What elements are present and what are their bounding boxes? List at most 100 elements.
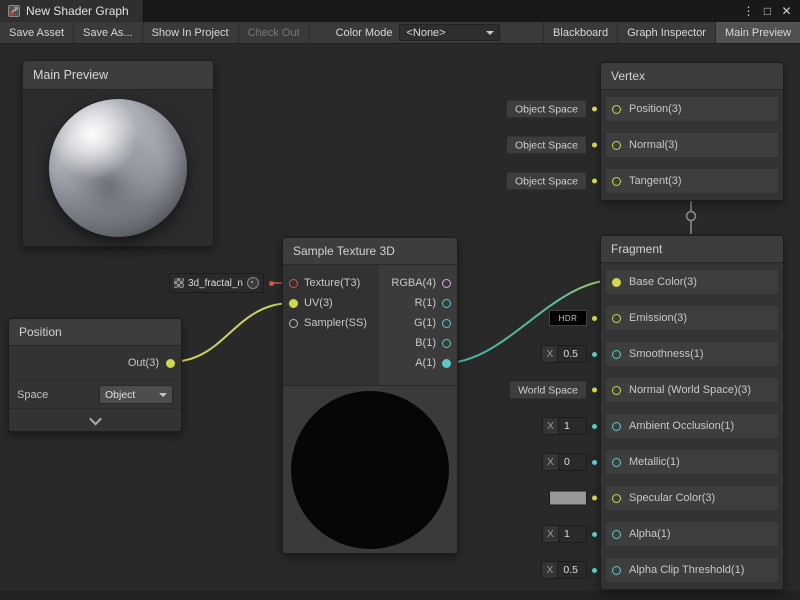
- caret-down-icon: [159, 393, 167, 397]
- node-title[interactable]: Position: [9, 319, 181, 346]
- port-label: RGBA(4): [391, 277, 436, 289]
- float-value: 1: [559, 420, 586, 432]
- vertex-row-position: Object Space Position(3): [606, 97, 778, 121]
- port-dot: [592, 352, 597, 357]
- toolbar-right-group: Blackboard Graph Inspector Main Preview: [543, 22, 800, 43]
- axis-label: X: [543, 418, 559, 434]
- port-label: R(1): [415, 297, 436, 309]
- normal-world-space-port[interactable]: [612, 386, 621, 395]
- out-port[interactable]: [166, 359, 175, 368]
- g-output-port[interactable]: [442, 319, 451, 328]
- space-value: Object: [105, 389, 135, 401]
- titlebar: New Shader Graph ⋮ □ ✕: [0, 0, 800, 22]
- space-row: Space Object: [9, 380, 181, 408]
- alpha-clip-threshold-port[interactable]: [612, 566, 621, 575]
- graph-inspector-toggle[interactable]: Graph Inspector: [617, 22, 715, 43]
- port-dot: [269, 281, 274, 286]
- axis-label: X: [542, 562, 558, 578]
- show-in-project-button[interactable]: Show In Project: [143, 22, 239, 43]
- save-asset-button[interactable]: Save Asset: [0, 22, 74, 43]
- row-control: X 0.5: [541, 561, 597, 579]
- space-dropdown[interactable]: Object Space: [506, 172, 587, 191]
- color-mode-dropdown[interactable]: <None>: [399, 24, 500, 41]
- uv-input-port[interactable]: [289, 299, 298, 308]
- fragment-row-smoothness: X 0.5 Smoothness(1): [606, 342, 778, 366]
- hdr-color-field[interactable]: HDR: [549, 310, 587, 326]
- emission-port[interactable]: [612, 314, 621, 323]
- output-row-b: B(1): [379, 333, 451, 353]
- panel-title[interactable]: Main Preview: [23, 61, 213, 90]
- maximize-icon[interactable]: □: [758, 0, 777, 22]
- color-field[interactable]: [549, 491, 587, 506]
- fragment-node[interactable]: Fragment Base Color(3) HDR Emission(3) X…: [600, 235, 784, 590]
- port-dot: [592, 107, 597, 112]
- space-dropdown[interactable]: Object: [99, 385, 173, 404]
- tangent-port[interactable]: [612, 177, 621, 186]
- space-dropdown[interactable]: Object Space: [506, 136, 587, 155]
- port-label: Tangent(3): [629, 175, 682, 187]
- float-field[interactable]: X 0: [542, 453, 587, 471]
- main-preview-toggle[interactable]: Main Preview: [715, 22, 800, 43]
- fragment-row-normal: World Space Normal (World Space)(3): [606, 378, 778, 402]
- node-title[interactable]: Sample Texture 3D: [283, 238, 457, 265]
- specular-color-port[interactable]: [612, 494, 621, 503]
- main-preview-panel[interactable]: Main Preview: [22, 60, 214, 247]
- node-title[interactable]: Vertex: [601, 63, 783, 90]
- alpha-port[interactable]: [612, 530, 621, 539]
- input-row-sampler: Sampler(SS): [283, 313, 379, 333]
- float-field[interactable]: X 1: [542, 417, 587, 435]
- vertex-row-tangent: Object Space Tangent(3): [606, 169, 778, 193]
- normal-port[interactable]: [612, 141, 621, 150]
- sample-texture-3d-node[interactable]: Sample Texture 3D 3d_fractal_n Texture(T…: [282, 237, 458, 554]
- float-field[interactable]: X 1: [542, 525, 587, 543]
- texture-preview-sphere: [291, 391, 449, 549]
- close-icon[interactable]: ✕: [777, 0, 796, 22]
- rgba-output-port[interactable]: [442, 279, 451, 288]
- object-picker-icon[interactable]: [247, 277, 259, 289]
- row-control: X 0: [542, 453, 597, 471]
- position-port[interactable]: [612, 105, 621, 114]
- menu-icon[interactable]: ⋮: [739, 0, 758, 22]
- row-control: Object Space: [506, 136, 597, 155]
- float-value: 0: [559, 456, 586, 468]
- row-control: 3d_fractal_n: [169, 273, 274, 293]
- port-label: B(1): [415, 337, 436, 349]
- blackboard-toggle[interactable]: Blackboard: [543, 22, 617, 43]
- r-output-port[interactable]: [442, 299, 451, 308]
- port-dot: [592, 568, 597, 573]
- node-expander[interactable]: [9, 408, 181, 431]
- port-label: Alpha Clip Threshold(1): [629, 564, 744, 576]
- space-dropdown[interactable]: World Space: [509, 381, 587, 400]
- axis-label: X: [543, 526, 559, 542]
- float-field[interactable]: X 0.5: [541, 345, 587, 363]
- ambient-occlusion-port[interactable]: [612, 422, 621, 431]
- texture-input-port[interactable]: [289, 279, 298, 288]
- sampler-input-port[interactable]: [289, 319, 298, 328]
- texture-icon: [174, 278, 184, 288]
- space-dropdown[interactable]: Object Space: [506, 100, 587, 119]
- vertex-row-normal: Object Space Normal(3): [606, 133, 778, 157]
- smoothness-port[interactable]: [612, 350, 621, 359]
- output-row-g: G(1): [379, 313, 451, 333]
- tab-new-shader-graph[interactable]: New Shader Graph: [0, 0, 144, 22]
- texture-object-field[interactable]: 3d_fractal_n: [169, 273, 264, 293]
- tab-title: New Shader Graph: [26, 4, 129, 18]
- save-as-button[interactable]: Save As...: [74, 22, 143, 43]
- b-output-port[interactable]: [442, 339, 451, 348]
- row-control: X 1: [542, 525, 597, 543]
- a-output-port[interactable]: [442, 359, 451, 368]
- output-row-out: Out(3): [9, 346, 181, 380]
- metallic-port[interactable]: [612, 458, 621, 467]
- row-control: [549, 491, 597, 506]
- float-field[interactable]: X 0.5: [541, 561, 587, 579]
- port-dot: [592, 388, 597, 393]
- position-node[interactable]: Position Out(3) Space Object: [8, 318, 182, 432]
- output-row-rgba: RGBA(4): [379, 273, 451, 293]
- vertex-node[interactable]: Vertex Object Space Position(3) Object S…: [600, 62, 784, 201]
- port-dot: [592, 496, 597, 501]
- fragment-row-base-color: Base Color(3): [606, 270, 778, 294]
- row-control: HDR: [549, 310, 597, 326]
- base-color-port[interactable]: [612, 278, 621, 287]
- node-title[interactable]: Fragment: [601, 236, 783, 263]
- preview-body: [23, 90, 213, 246]
